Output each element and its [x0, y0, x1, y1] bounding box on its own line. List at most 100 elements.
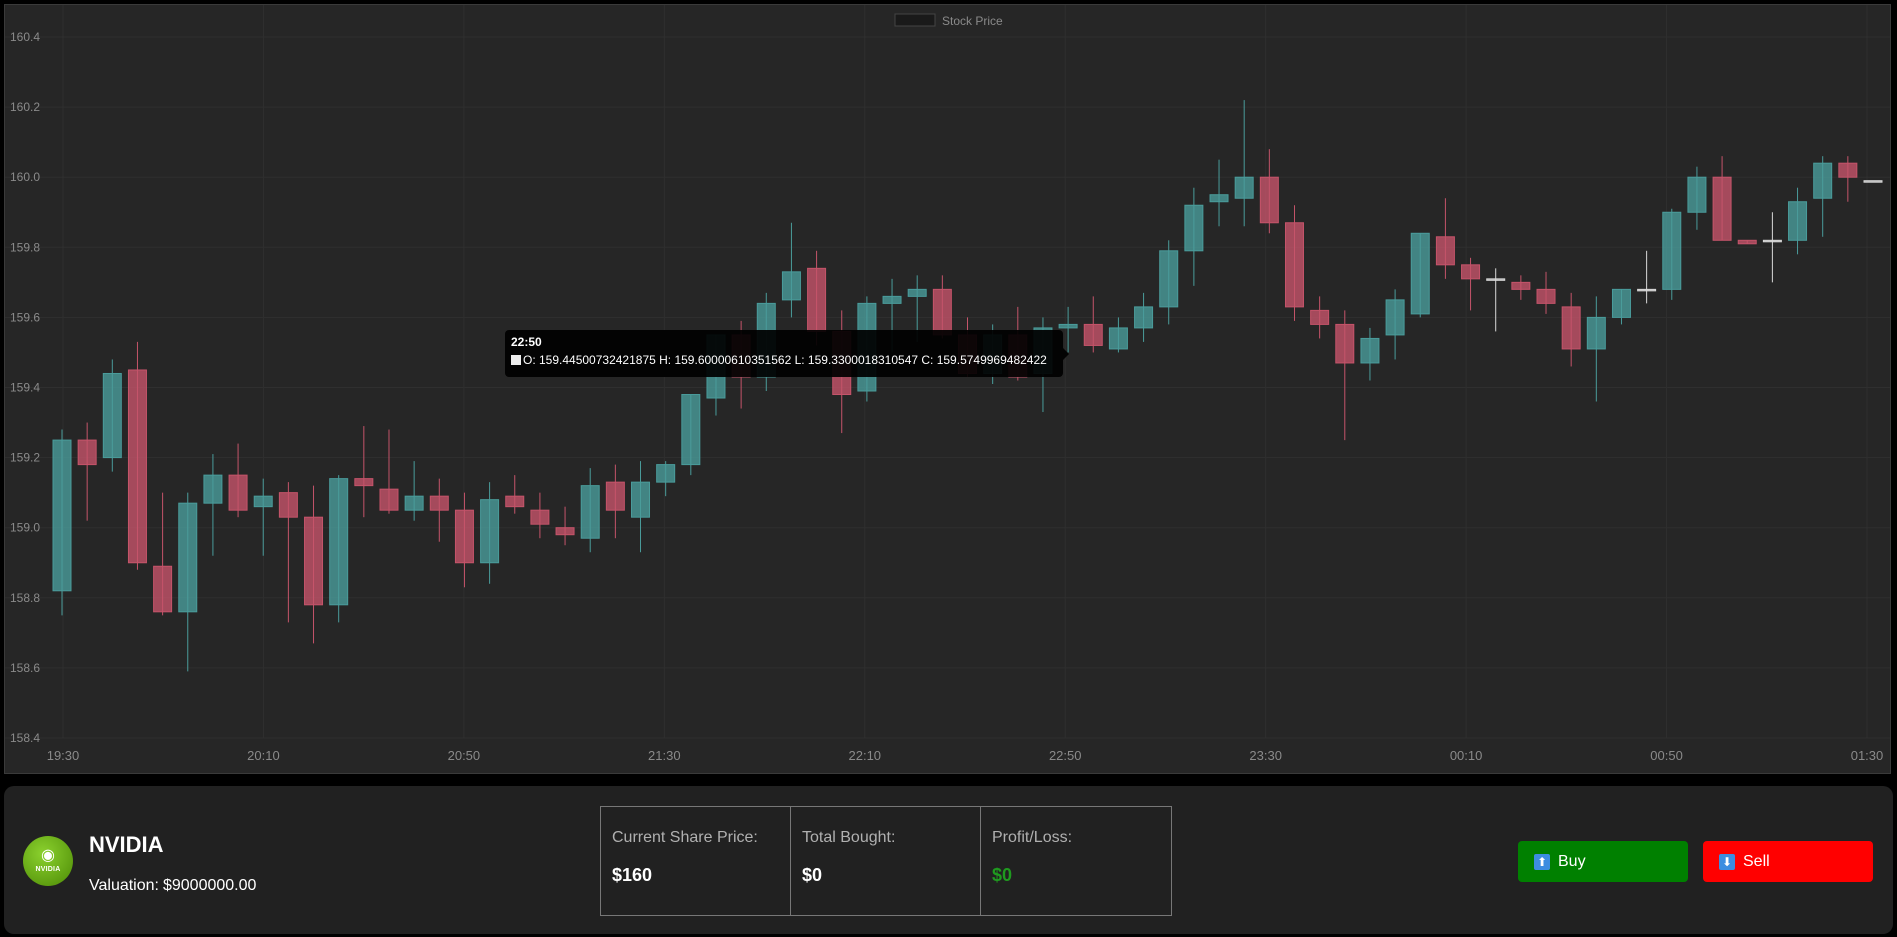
stat-value: $0: [992, 865, 1013, 885]
candle-body: [404, 495, 424, 511]
y-tick-label: 159.6: [10, 310, 40, 324]
candle-body: [1838, 162, 1858, 178]
candle-body: [153, 565, 173, 613]
y-tick-label: 159.0: [10, 521, 40, 535]
candle-body: [1234, 176, 1254, 199]
x-tick-label: 20:10: [247, 748, 280, 763]
x-tick-label: 20:50: [448, 748, 481, 763]
x-tick-label: 22:50: [1049, 748, 1082, 763]
y-tick-label: 159.8: [10, 240, 40, 254]
logo-text: NVIDIA: [35, 865, 61, 873]
arrow-down-icon: ⬇: [1719, 853, 1735, 870]
candle-body: [480, 499, 500, 564]
candle-body: [681, 394, 701, 466]
candle-body: [1511, 281, 1531, 290]
candle-body: [1310, 309, 1330, 325]
candle-body: [253, 495, 273, 508]
y-tick-label: 158.6: [10, 661, 40, 675]
candle-body: [807, 267, 827, 332]
candle-body: [1863, 180, 1883, 183]
legend-label: Stock Price: [942, 14, 1003, 28]
y-tick-label: 158.8: [10, 591, 40, 605]
stat-label: Profit/Loss:: [992, 829, 1073, 846]
candle-body: [605, 481, 625, 511]
chart-panel: 158.4 158.6 158.8 159.0 159.2 159.4 159.6 159.8…: [4, 4, 1891, 774]
valuation: Valuation: $9000000.00: [89, 877, 256, 895]
valuation-label: Valuation:: [89, 877, 159, 894]
candle-body: [1662, 211, 1682, 290]
candle-body: [1461, 264, 1481, 280]
buy-label: Buy: [1558, 852, 1586, 870]
y-tick-label: 158.4: [10, 731, 40, 745]
candle-body: [505, 495, 525, 508]
x-tick-label: 21:30: [648, 748, 681, 763]
candle-body: [1435, 236, 1455, 266]
x-tick-label: 22:10: [849, 748, 882, 763]
stat-value: $0: [802, 865, 823, 885]
candle-body: [52, 439, 72, 592]
candle-body: [203, 474, 223, 504]
candle-body: [1687, 176, 1707, 213]
stat-label: Total Bought:: [802, 829, 896, 846]
candle-body: [1586, 316, 1606, 350]
stat-total-bought: Total Bought: $0: [791, 807, 981, 915]
candle-body: [379, 488, 399, 511]
tooltip-title: 22:50: [511, 335, 542, 349]
candle-body: [304, 516, 324, 606]
candlestick-chart[interactable]: 158.4 158.6 158.8 159.0 159.2 159.4 159.6 159.8…: [5, 5, 1890, 773]
candle-body: [102, 372, 122, 459]
x-tick-label: 19:30: [47, 748, 80, 763]
candle-body: [1284, 222, 1304, 308]
candle-body: [1410, 232, 1430, 315]
candle-body: [1385, 299, 1405, 336]
valuation-value: $9000000.00: [162, 877, 257, 894]
candle-body: [1611, 288, 1631, 318]
company-logo: ◉ NVIDIA: [23, 836, 73, 886]
stat-current-price: Current Share Price: $160: [601, 807, 791, 915]
buy-button[interactable]: ⬆ Buy: [1518, 841, 1688, 882]
candle-body: [228, 474, 248, 511]
tooltip-color-swatch: [511, 355, 521, 365]
candle-body: [1813, 162, 1833, 199]
candle-body: [530, 509, 550, 525]
y-tick-label: 159.4: [10, 381, 40, 395]
candle-body: [77, 439, 97, 466]
company-name: NVIDIA: [89, 832, 164, 857]
stat-value: $160: [612, 865, 653, 885]
candle-body: [127, 369, 147, 564]
stat-label: Current Share Price:: [612, 829, 758, 846]
legend-swatch: [894, 13, 936, 27]
tooltip-caret: [1063, 348, 1069, 360]
tooltip-body: O: 159.44500732421875 H: 159.60000610351…: [523, 353, 1047, 367]
candle-body: [178, 502, 198, 613]
y-tick-label: 160.0: [10, 170, 40, 184]
candle-body: [1335, 323, 1355, 364]
candle-body: [656, 464, 676, 483]
candle-body: [1083, 323, 1103, 346]
x-tick-label: 00:10: [1450, 748, 1483, 763]
stats-box: Current Share Price: $160 Total Bought: …: [600, 806, 1172, 916]
candle-body: [354, 478, 374, 487]
sell-button[interactable]: ⬇ Sell: [1703, 841, 1873, 882]
trading-panel: ◉ NVIDIA NVIDIA Valuation: $9000000.00 Cu…: [4, 786, 1893, 934]
candle-body: [278, 492, 298, 518]
sell-label: Sell: [1743, 852, 1770, 870]
candle-body: [1486, 278, 1506, 281]
candle-body: [1561, 306, 1581, 350]
candle-body: [1108, 327, 1128, 350]
candle-body: [932, 288, 952, 336]
candle-body: [555, 527, 575, 536]
y-tick-label: 160.2: [10, 100, 40, 114]
nvidia-eye-icon: ◉: [41, 846, 55, 864]
x-tick-label: 23:30: [1249, 748, 1282, 763]
arrow-up-icon: ⬆: [1534, 853, 1550, 870]
candle-body: [907, 288, 927, 297]
candle-body: [1637, 288, 1657, 292]
candle-body: [1762, 239, 1782, 243]
candle-body: [329, 478, 349, 606]
candle-body: [1536, 288, 1556, 304]
candle-body: [882, 295, 902, 304]
x-tick-label: 00:50: [1650, 748, 1683, 763]
candle-body: [1788, 201, 1808, 241]
candle-body: [631, 481, 651, 518]
